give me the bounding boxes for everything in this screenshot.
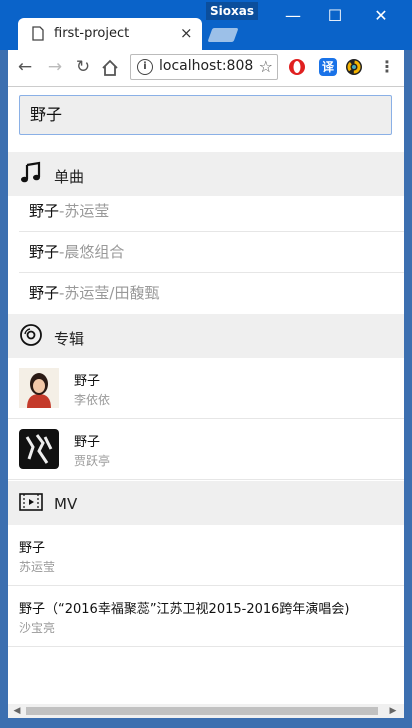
album-artist: 李依依 [74, 393, 111, 407]
horizontal-scrollbar[interactable]: ◀ ▶ [8, 704, 404, 718]
url-text: localhost:808 [159, 58, 254, 74]
music-note-icon [21, 161, 41, 183]
search-input[interactable]: 野子 [19, 95, 392, 135]
scroll-right-icon[interactable]: ▶ [386, 704, 400, 718]
mv-item[interactable]: 野子 苏运莹 [8, 525, 404, 586]
window-bottom-border [0, 718, 412, 728]
browser-window: Sioxas — ☐ ✕ first-project × ← → ↻ i loc… [0, 0, 412, 728]
album-artist: 贾跃亭 [74, 454, 111, 468]
song-artist: -晨悠组合 [59, 243, 125, 261]
mv-name: 野子 [19, 541, 46, 556]
video-icon [19, 493, 43, 511]
album-cover-image [19, 429, 59, 469]
song-artist: -苏运莹 [59, 202, 110, 220]
tab-close-icon[interactable]: × [180, 24, 193, 42]
translate-extension-icon[interactable]: 译 [319, 58, 337, 76]
album-name: 野子 [74, 374, 101, 389]
mv-artist: 沙宝亮 [19, 621, 56, 635]
home-icon[interactable] [100, 58, 122, 80]
back-arrow-icon[interactable]: ← [14, 56, 36, 78]
album-cover-image [19, 368, 59, 408]
forward-arrow-icon[interactable]: → [44, 56, 66, 78]
mv-artist: 苏运莹 [19, 560, 56, 574]
song-item[interactable]: 野子-晨悠组合 [19, 232, 404, 273]
bookmark-star-icon[interactable]: ☆ [259, 57, 273, 76]
menu-dots-icon[interactable]: ⋮ [376, 56, 398, 78]
close-window-icon[interactable]: ✕ [358, 4, 404, 28]
minimize-icon[interactable]: — [270, 4, 316, 28]
page-icon [32, 26, 44, 41]
albums-section-header: 专辑 [8, 314, 404, 358]
tab-title: first-project [54, 26, 130, 41]
new-tab-button[interactable] [207, 28, 239, 42]
albums-section-title: 专辑 [54, 330, 85, 348]
browser-toolbar: ← → ↻ i localhost:808 ☆ 译 ⋮ [8, 50, 404, 87]
album-item[interactable]: 野子 李依依 [8, 358, 404, 419]
color-extension-icon[interactable] [345, 58, 363, 76]
address-bar[interactable]: i localhost:808 ☆ [130, 54, 278, 80]
song-item[interactable]: 野子-苏运莹/田馥甄 [19, 273, 404, 314]
title-bar: Sioxas — ☐ ✕ first-project × [0, 0, 412, 50]
reload-icon[interactable]: ↻ [72, 56, 94, 78]
song-name: 野子 [29, 243, 60, 261]
profile-badge[interactable]: Sioxas [206, 2, 258, 20]
album-name: 野子 [74, 435, 101, 450]
scrollbar-thumb[interactable] [26, 707, 378, 715]
mv-section-header: MV [8, 481, 404, 525]
song-name: 野子 [29, 284, 60, 302]
scroll-left-icon[interactable]: ◀ [10, 704, 24, 718]
mv-name: 野子（“2016幸福聚蕊”江苏卫视2015-2016跨年演唱会) [19, 602, 350, 617]
opera-extension-icon[interactable] [288, 58, 306, 76]
page-content: 野子 单曲 野子-苏运莹 野子-晨悠组合 野子-苏运莹/田馥甄 专辑 野子 李依… [8, 87, 404, 704]
mv-item[interactable]: 野子（“2016幸福聚蕊”江苏卫视2015-2016跨年演唱会) 沙宝亮 [8, 586, 404, 647]
songs-section-header: 单曲 [8, 152, 404, 196]
album-item[interactable]: 野子 贾跃亭 [8, 419, 404, 480]
info-icon[interactable]: i [137, 59, 153, 75]
song-item[interactable]: 野子-苏运莹 [19, 191, 404, 232]
mv-section-title: MV [54, 495, 78, 513]
maximize-icon[interactable]: ☐ [312, 4, 358, 28]
song-name: 野子 [29, 202, 60, 220]
songs-section-title: 单曲 [54, 168, 85, 186]
tab-first-project[interactable]: first-project × [18, 18, 202, 50]
song-artist: -苏运莹/田馥甄 [59, 284, 160, 302]
disc-icon [20, 324, 42, 346]
